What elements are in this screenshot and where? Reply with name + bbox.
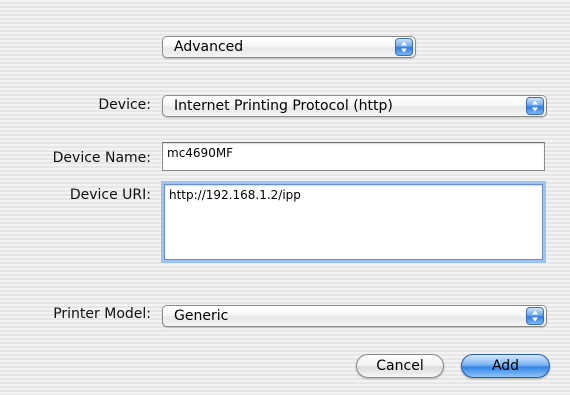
mode-popup[interactable]: Advanced: [162, 36, 416, 58]
cancel-button[interactable]: Cancel: [356, 354, 444, 378]
mode-popup-value: Advanced: [174, 39, 244, 55]
up-down-arrows-icon: [395, 38, 413, 56]
device-popup-value: Internet Printing Protocol (http): [174, 98, 393, 114]
printer-model-popup-value: Generic: [174, 308, 229, 324]
device-name-label: Device Name:: [52, 150, 151, 166]
device-name-field[interactable]: mc4690MF: [162, 142, 545, 171]
printer-model-popup[interactable]: Generic: [162, 305, 547, 327]
up-down-arrows-icon: [526, 97, 544, 115]
device-uri-label: Device URI:: [69, 187, 151, 203]
device-label: Device:: [98, 97, 151, 113]
printer-model-label: Printer Model:: [53, 306, 151, 322]
device-popup[interactable]: Internet Printing Protocol (http): [162, 95, 547, 117]
add-button[interactable]: Add: [461, 354, 550, 378]
device-uri-field[interactable]: http://192.168.1.2/ipp: [164, 184, 543, 260]
up-down-arrows-icon: [526, 307, 544, 325]
